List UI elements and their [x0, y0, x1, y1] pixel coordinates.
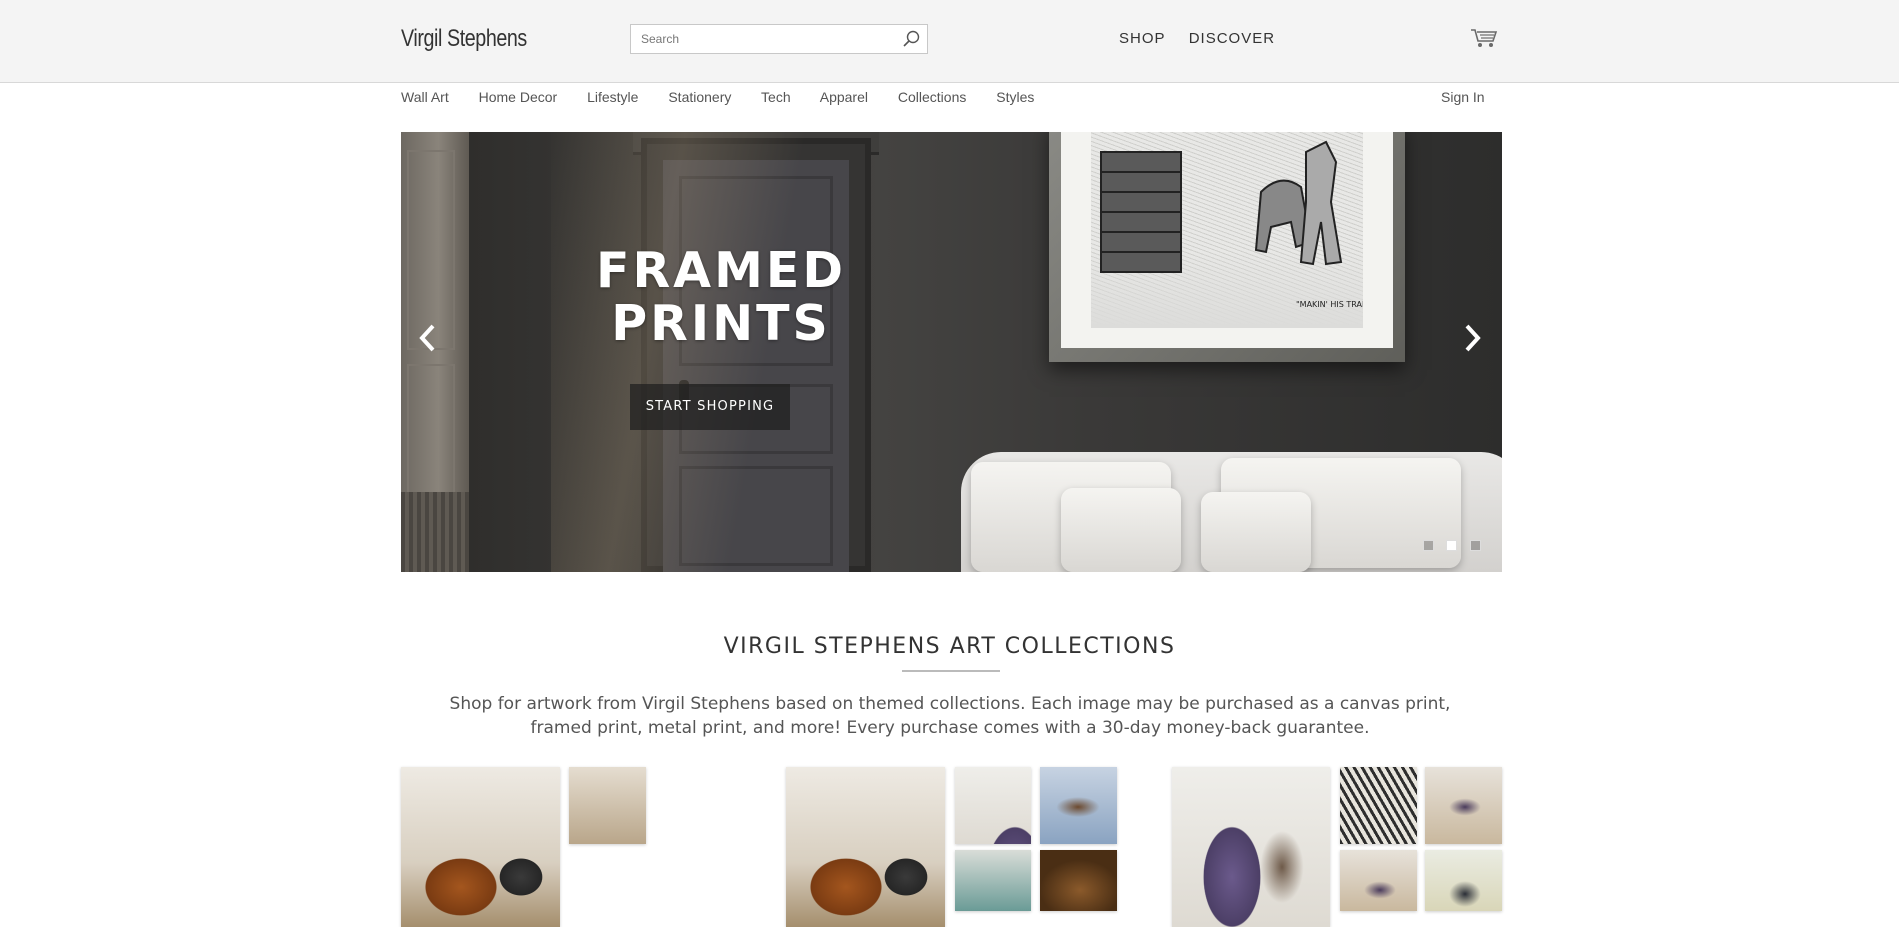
collection-thumb[interactable]	[1040, 767, 1117, 844]
carousel-next-icon[interactable]	[1457, 318, 1487, 358]
category-stationery[interactable]: Stationery	[668, 89, 731, 105]
category-tech[interactable]: Tech	[761, 89, 791, 105]
collection-thumb[interactable]	[569, 767, 646, 844]
pillow	[1201, 492, 1311, 572]
carousel-indicators	[1423, 538, 1489, 556]
nav-shop[interactable]: SHOP	[1119, 30, 1166, 47]
collections-description: Shop for artwork from Virgil Stephens ba…	[449, 694, 1451, 738]
collection-thumb[interactable]	[955, 850, 1031, 911]
category-wall-art[interactable]: Wall Art	[401, 89, 449, 105]
collections-title: VIRGIL STEPHENS ART COLLECTIONS	[723, 634, 1176, 659]
carousel-dot-1[interactable]	[1423, 540, 1434, 551]
collection-thumb[interactable]	[1040, 850, 1117, 911]
category-styles[interactable]: Styles	[996, 89, 1034, 105]
collection-thumb[interactable]	[955, 767, 1031, 844]
hero-title: FRAMED PRINTS	[581, 244, 861, 350]
carousel-dot-2[interactable]	[1446, 540, 1458, 551]
cart-icon[interactable]	[1470, 27, 1498, 49]
category-lifestyle[interactable]: Lifestyle	[587, 89, 638, 105]
artwork-caption: "MAKIN' HIS TRAIL"	[1296, 300, 1363, 309]
radiator	[401, 492, 469, 572]
start-shopping-button[interactable]: START SHOPPING	[630, 384, 790, 430]
collection-thumb[interactable]	[1340, 767, 1417, 844]
collection-thumb[interactable]	[1340, 850, 1417, 911]
brand-logo[interactable]: Virgil Stephens	[401, 25, 527, 53]
pillow	[1061, 488, 1181, 572]
hero-title-line-1: FRAMED	[595, 242, 847, 299]
hero-carousel: "MAKIN' HIS TRAIL" FRAMED PRINTS START S…	[401, 132, 1502, 572]
carousel-prev-icon[interactable]	[413, 318, 443, 358]
collection-thumb[interactable]	[1425, 767, 1502, 844]
search-input[interactable]	[631, 25, 891, 53]
sign-in-link[interactable]: Sign In	[1441, 89, 1485, 105]
light-beam	[551, 132, 811, 572]
main-nav: SHOP DISCOVER	[1119, 30, 1293, 47]
search-icon[interactable]	[899, 28, 923, 50]
category-nav: Wall Art Home Decor Lifestyle Stationery…	[401, 89, 1060, 109]
site-header: Virgil Stephens SHOP DISCOVER	[0, 0, 1899, 83]
print-mat: "MAKIN' HIS TRAIL"	[1061, 132, 1393, 348]
collection-thumb-main[interactable]	[401, 767, 560, 927]
title-divider	[902, 670, 1000, 672]
category-collections[interactable]: Collections	[898, 89, 966, 105]
category-apparel[interactable]: Apparel	[820, 89, 868, 105]
print-artwork: "MAKIN' HIS TRAIL"	[1091, 132, 1363, 328]
collection-thumb[interactable]	[1425, 850, 1502, 911]
category-home-decor[interactable]: Home Decor	[479, 89, 558, 105]
search-box	[630, 24, 928, 54]
hero-title-line-2: PRINTS	[611, 295, 831, 352]
nav-discover[interactable]: DISCOVER	[1189, 30, 1275, 47]
framed-print: "MAKIN' HIS TRAIL"	[1049, 132, 1405, 362]
collection-thumb-main[interactable]	[1172, 767, 1330, 927]
carousel-dot-3[interactable]	[1469, 540, 1481, 551]
collection-thumb-main[interactable]	[786, 767, 945, 927]
